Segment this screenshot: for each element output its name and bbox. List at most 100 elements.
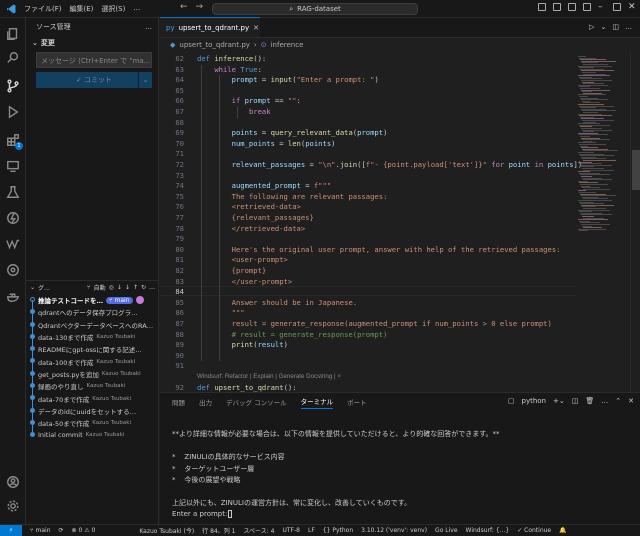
- status-author[interactable]: Kazuo Tsubaki (今): [139, 526, 194, 535]
- panel-more-icon[interactable]: …: [601, 397, 608, 405]
- split-terminal-icon[interactable]: ◫: [572, 397, 579, 405]
- commit-row[interactable]: データのidにuuidをセットする…: [26, 404, 159, 417]
- status-encoding[interactable]: UTF-8: [282, 527, 300, 534]
- minimize-button[interactable]: –: [598, 3, 606, 12]
- code-line[interactable]: num_points = len(points): [197, 139, 336, 148]
- status-language[interactable]: {} Python: [323, 527, 353, 534]
- code-line[interactable]: prompt = input("Enter a prompt: "): [197, 75, 379, 84]
- account-icon[interactable]: [5, 474, 21, 490]
- fetch-icon[interactable]: ↓: [117, 284, 122, 291]
- code-line[interactable]: """: [197, 308, 245, 317]
- github-icon[interactable]: [5, 262, 21, 278]
- code-line[interactable]: The following are relevant passages:: [197, 192, 388, 201]
- commit-row[interactable]: get_posts.pyを追加 Kazuo Tsubaki: [26, 367, 159, 381]
- code-line[interactable]: Here's the original user prompt, answer …: [197, 245, 561, 254]
- code-line[interactable]: print(result): [197, 340, 288, 349]
- code-line[interactable]: if prompt == "":: [197, 96, 301, 105]
- command-center-search[interactable]: ⌕ RAG-dataset: [212, 3, 418, 15]
- menu-item[interactable]: 編集(E): [70, 4, 94, 14]
- extensions-icon[interactable]: 1: [5, 132, 23, 150]
- explorer-icon[interactable]: [5, 26, 21, 42]
- panel-tab[interactable]: 出力: [199, 397, 212, 407]
- run-dropdown-icon[interactable]: ⌄: [601, 23, 607, 31]
- split-editor-icon[interactable]: ◫: [612, 23, 619, 31]
- status-indent[interactable]: スペース: 4: [243, 526, 274, 535]
- code-editor[interactable]: 62 def inference(): 63 while True: 64 promp…: [160, 52, 582, 392]
- close-tab-icon[interactable]: ✕: [253, 24, 259, 32]
- code-line[interactable]: augmented_prompt = f""": [197, 181, 332, 190]
- code-line[interactable]: Answer should be in Japanese.: [197, 298, 358, 307]
- graph-auto-label[interactable]: 自動: [94, 283, 106, 292]
- status-sync[interactable]: ⟳: [59, 527, 64, 534]
- remote-explorer-icon[interactable]: [5, 158, 21, 174]
- code-line[interactable]: result = generate_response(augmented_pro…: [197, 319, 552, 328]
- maximize-button[interactable]: [613, 3, 621, 11]
- status-eol[interactable]: LF: [308, 527, 315, 534]
- breadcrumb-symbol[interactable]: inference: [271, 41, 304, 49]
- status-continue[interactable]: ✓ Continue: [517, 527, 551, 534]
- editor-more-icon[interactable]: …: [625, 23, 632, 31]
- code-line[interactable]: </user-prompt>: [197, 277, 293, 286]
- toggle-sidebar-icon[interactable]: [538, 3, 546, 11]
- code-line[interactable]: def upsert_to_qdrant():: [197, 383, 297, 392]
- settings-gear-icon[interactable]: [5, 498, 21, 514]
- commit-row[interactable]: QdrantベクターデータベースへのRA…: [26, 318, 159, 331]
- terminal-shell-label[interactable]: python: [522, 397, 547, 405]
- graph-more-icon[interactable]: …: [149, 284, 155, 291]
- more-actions-icon[interactable]: …: [145, 23, 152, 31]
- windsurf-wave-icon[interactable]: [5, 236, 21, 252]
- menu-item[interactable]: 選択(S): [101, 4, 125, 14]
- pull-icon[interactable]: ↓: [125, 284, 130, 291]
- toggle-panel-icon[interactable]: [553, 3, 561, 11]
- status-windsurf[interactable]: Windsurf: {...}: [466, 527, 510, 534]
- changes-section-header[interactable]: ⌄ 変更: [26, 36, 158, 50]
- close-panel-icon[interactable]: ✕: [628, 397, 634, 405]
- panel-tab[interactable]: ターミナル: [300, 396, 334, 409]
- status-branch[interactable]: ⑂ main: [30, 527, 51, 534]
- notifications-bell-icon[interactable]: 🔔: [559, 527, 566, 534]
- search-icon[interactable]: [5, 50, 21, 66]
- maximize-panel-icon[interactable]: ⌃: [615, 397, 621, 405]
- minimap[interactable]: [576, 52, 630, 392]
- remote-indicator-icon[interactable]: ⚡: [0, 524, 22, 536]
- toggle-secondary-sidebar-icon[interactable]: [568, 3, 576, 11]
- graph-section-header[interactable]: ⌄ グ… ⑂ 自動 ◎ ↓ ↓ ↑ ↻ …: [26, 280, 159, 294]
- run-python-icon[interactable]: ▷: [589, 23, 594, 31]
- source-control-icon[interactable]: [5, 78, 21, 94]
- commit-row[interactable]: Initial commit Kazuo Tsubaki: [26, 429, 159, 441]
- commit-row[interactable]: data-100まで作成 Kazuo Tsubaki: [26, 355, 159, 368]
- run-debug-icon[interactable]: [5, 104, 21, 120]
- refresh-icon[interactable]: ↻: [141, 284, 146, 291]
- code-line[interactable]: # result = generate_response(prompt): [197, 330, 388, 339]
- code-line[interactable]: <user-prompt>: [197, 255, 288, 264]
- docker-icon[interactable]: [5, 288, 21, 304]
- commit-row[interactable]: 録画のやり直し Kazuo Tsubaki: [26, 380, 159, 393]
- commit-dropdown-icon[interactable]: ⌄: [138, 72, 152, 88]
- code-line[interactable]: relevant_passages = "\n".join([f"- {poin…: [197, 160, 583, 169]
- code-line[interactable]: break: [197, 107, 271, 116]
- back-button[interactable]: ←: [180, 2, 188, 12]
- commit-row[interactable]: data-130まで作成 Kazuo Tsubaki: [26, 330, 159, 344]
- kill-terminal-icon[interactable]: 🗑: [585, 397, 594, 405]
- commit-row[interactable]: 推論テストコードを… ⑂ main: [26, 294, 159, 307]
- close-window-button[interactable]: ✕: [628, 3, 636, 12]
- commit-row[interactable]: data-50まで作成 Kazuo Tsubaki: [26, 416, 159, 430]
- code-line[interactable]: def inference():: [197, 54, 266, 63]
- panel-tab[interactable]: デバッグ コンソール: [226, 397, 287, 407]
- push-icon[interactable]: ↑: [133, 284, 138, 291]
- commit-button[interactable]: ✓ コミット ⌄: [36, 72, 152, 88]
- code-line[interactable]: points = query_relevant_data(prompt): [197, 128, 388, 137]
- status-go-live[interactable]: Go Live: [435, 527, 457, 534]
- code-line[interactable]: while True:: [197, 65, 262, 74]
- panel-tab[interactable]: 問題: [172, 397, 185, 407]
- forward-button[interactable]: →: [196, 2, 204, 12]
- panel-tab[interactable]: ポート: [347, 397, 367, 407]
- status-python-interpreter[interactable]: 3.10.12 ('venv': venv): [361, 527, 427, 534]
- layout-icon[interactable]: [583, 3, 591, 11]
- menu-item[interactable]: …: [133, 4, 140, 14]
- status-problems[interactable]: ⊗ 0 ⚠ 0: [72, 527, 96, 534]
- code-line[interactable]: {relevant_passages}: [197, 213, 314, 222]
- code-line[interactable]: <retrieved-data>: [197, 202, 301, 211]
- commit-row[interactable]: data-70まで作成 Kazuo Tsubaki: [26, 392, 159, 405]
- windsurf-icon[interactable]: [5, 210, 21, 226]
